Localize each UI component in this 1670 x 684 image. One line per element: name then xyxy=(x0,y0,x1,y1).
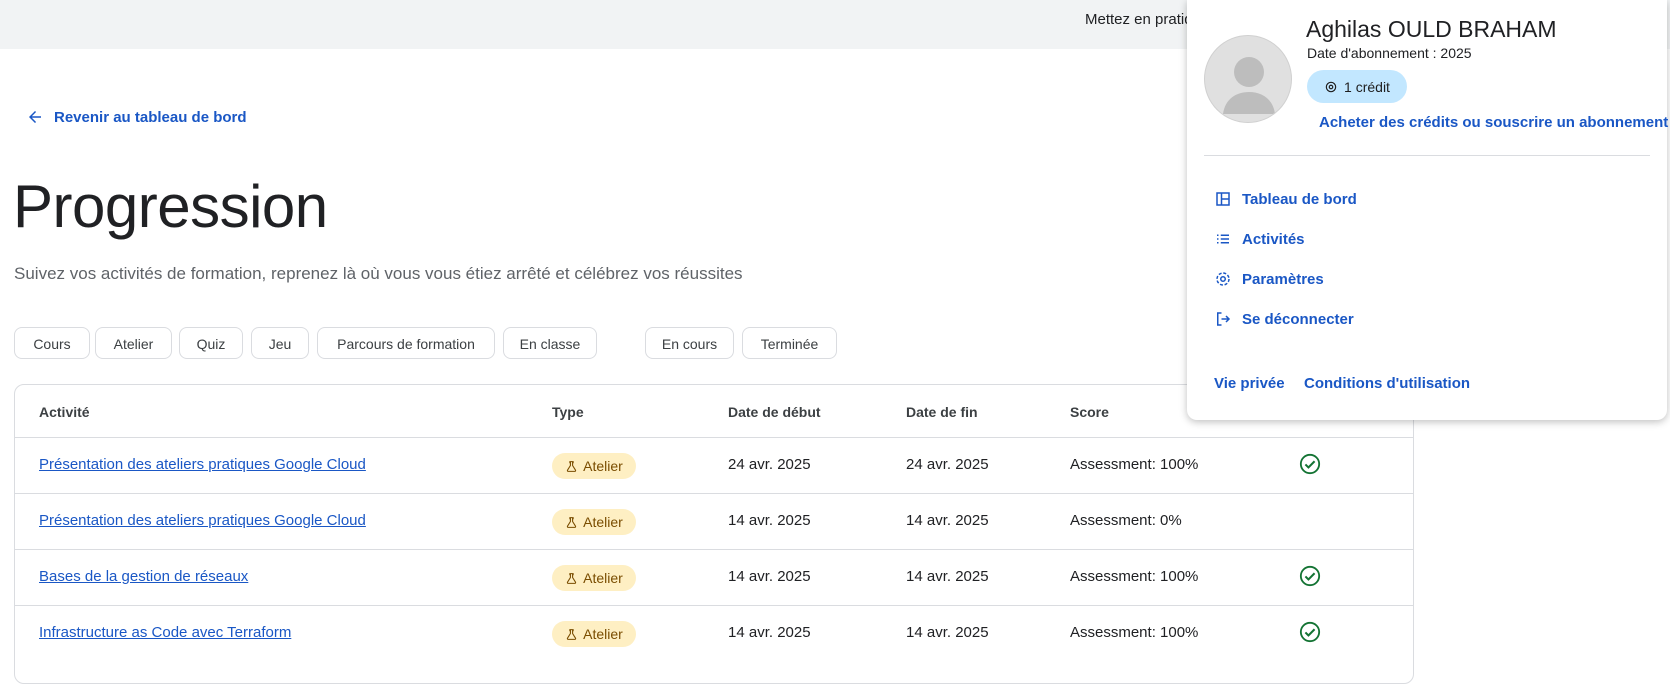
filter-chip-jeu[interactable]: Jeu xyxy=(251,327,309,359)
start-date: 14 avr. 2025 xyxy=(728,512,811,529)
start-date: 14 avr. 2025 xyxy=(728,624,811,641)
menu-item-logout[interactable]: Se déconnecter xyxy=(1214,310,1354,328)
filter-chip-quiz[interactable]: Quiz xyxy=(179,327,243,359)
privacy-link[interactable]: Vie privée xyxy=(1214,375,1285,392)
type-badge-label: Atelier xyxy=(583,570,623,586)
person-icon xyxy=(1223,57,1275,114)
header-score: Score xyxy=(1070,404,1109,420)
dashboard-icon xyxy=(1216,192,1230,206)
logout-icon xyxy=(1217,312,1231,326)
type-badge: Atelier xyxy=(552,509,636,535)
back-link-label: Revenir au tableau de bord xyxy=(54,108,247,126)
activity-link[interactable]: Bases de la gestion de réseaux xyxy=(39,568,248,585)
page-title: Progression xyxy=(13,173,328,240)
flask-icon xyxy=(567,628,577,640)
start-date: 14 avr. 2025 xyxy=(728,568,811,585)
menu-item-dashboard[interactable]: Tableau de bord xyxy=(1214,190,1357,208)
menu-item-label: Tableau de bord xyxy=(1242,190,1357,208)
avatar xyxy=(1204,35,1292,123)
header-end-date: Date de fin xyxy=(906,404,978,420)
credit-icon xyxy=(1325,81,1337,92)
row-divider xyxy=(15,437,1413,438)
flask-icon xyxy=(567,460,577,472)
type-badge-label: Atelier xyxy=(583,626,623,642)
filter-chip-en-cours[interactable]: En cours xyxy=(645,327,734,359)
type-badge: Atelier xyxy=(552,453,636,479)
page-subtitle: Suivez vos activités de formation, repre… xyxy=(14,264,743,283)
flask-icon xyxy=(567,572,577,584)
gear-icon xyxy=(1216,272,1230,286)
credits-chip[interactable]: 1 crédit xyxy=(1307,70,1407,103)
row-divider xyxy=(15,493,1413,494)
account-menu: Aghilas OULD BRAHAM Date d'abonnement : … xyxy=(1187,0,1668,420)
menu-item-label: Paramètres xyxy=(1242,270,1324,288)
end-date: 14 avr. 2025 xyxy=(906,568,989,585)
score: Assessment: 100% xyxy=(1070,624,1199,641)
menu-item-settings[interactable]: Paramètres xyxy=(1214,270,1324,288)
header-activity: Activité xyxy=(39,404,90,420)
activity-link[interactable]: Infrastructure as Code avec Terraform xyxy=(39,624,291,641)
subscription-date: Date d'abonnement : 2025 xyxy=(1307,45,1472,61)
menu-divider xyxy=(1204,155,1650,156)
list-icon xyxy=(1217,234,1229,244)
check-circle-icon xyxy=(1299,565,1321,587)
end-date: 24 avr. 2025 xyxy=(906,456,989,473)
buy-credits-link[interactable]: Acheter des crédits ou souscrire un abon… xyxy=(1319,114,1668,131)
flask-icon xyxy=(567,516,577,528)
menu-item-label: Activités xyxy=(1242,230,1305,248)
menu-item-label: Se déconnecter xyxy=(1242,310,1354,328)
score: Assessment: 100% xyxy=(1070,568,1199,585)
type-badge: Atelier xyxy=(552,565,636,591)
filter-chip-en-classe[interactable]: En classe xyxy=(503,327,597,359)
end-date: 14 avr. 2025 xyxy=(906,512,989,529)
start-date: 24 avr. 2025 xyxy=(728,456,811,473)
header-type: Type xyxy=(552,404,584,420)
check-circle-icon xyxy=(1299,621,1321,643)
credits-label: 1 crédit xyxy=(1344,78,1390,95)
type-badge-label: Atelier xyxy=(583,514,623,530)
back-to-dashboard-link[interactable]: Revenir au tableau de bord xyxy=(26,108,247,126)
user-name: Aghilas OULD BRAHAM xyxy=(1306,16,1557,42)
row-divider xyxy=(15,605,1413,606)
menu-item-activities[interactable]: Activités xyxy=(1214,230,1305,248)
arrow-left-icon xyxy=(29,111,41,123)
filter-chip-cours[interactable]: Cours xyxy=(14,327,90,359)
end-date: 14 avr. 2025 xyxy=(906,624,989,641)
activity-link[interactable]: Présentation des ateliers pratiques Goog… xyxy=(39,456,366,473)
row-divider xyxy=(15,549,1413,550)
activity-link[interactable]: Présentation des ateliers pratiques Goog… xyxy=(39,512,366,529)
filter-chip-terminee[interactable]: Terminée xyxy=(742,327,837,359)
score: Assessment: 100% xyxy=(1070,456,1199,473)
filter-chip-atelier[interactable]: Atelier xyxy=(95,327,172,359)
banner-text: Mettez en pratiq xyxy=(1085,11,1193,28)
header-start-date: Date de début xyxy=(728,404,821,420)
terms-link[interactable]: Conditions d'utilisation xyxy=(1304,375,1470,392)
filter-chip-parcours[interactable]: Parcours de formation xyxy=(317,327,495,359)
check-circle-icon xyxy=(1299,453,1321,475)
score: Assessment: 0% xyxy=(1070,512,1182,529)
type-badge-label: Atelier xyxy=(583,458,623,474)
type-badge: Atelier xyxy=(552,621,636,647)
